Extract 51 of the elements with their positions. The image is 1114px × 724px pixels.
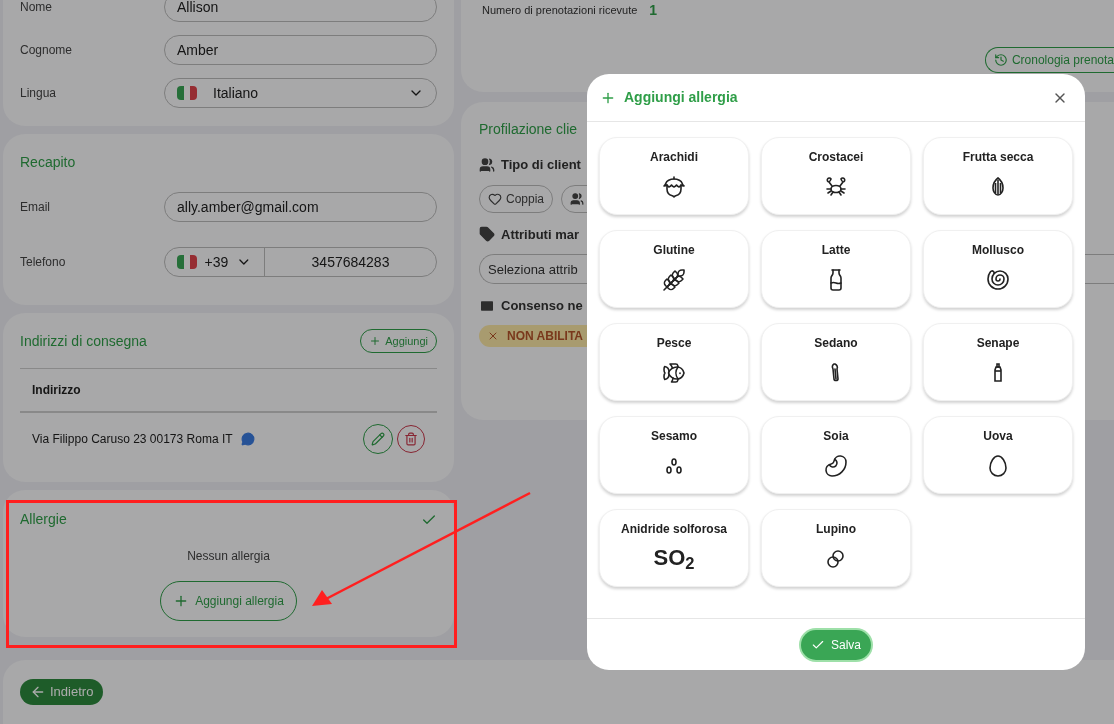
trash-icon bbox=[404, 432, 418, 446]
empty-message: Nessun allergia bbox=[187, 548, 270, 565]
dialog-title: Aggiungi allergia bbox=[624, 88, 739, 107]
allergen-tile[interactable]: Arachidi bbox=[599, 137, 749, 215]
back-button[interactable]: Indietro bbox=[20, 679, 104, 705]
field-label: Attributi mar bbox=[501, 225, 579, 244]
arrow-left-icon bbox=[30, 684, 46, 700]
egg-icon bbox=[986, 454, 1010, 478]
section-title: Profilazione clie bbox=[479, 120, 579, 139]
allergen-tile[interactable]: Pesce bbox=[599, 323, 749, 401]
section-title: Recapito bbox=[20, 153, 77, 172]
italy-flag-icon bbox=[177, 86, 197, 100]
wheat-icon bbox=[662, 268, 686, 292]
history-icon bbox=[993, 53, 1008, 67]
section-title: Indirizzi di consegna bbox=[20, 331, 147, 351]
field-label: Tipo di client bbox=[501, 156, 581, 174]
shell-icon bbox=[986, 268, 1010, 292]
table-cell-text: Via Filippo Caruso 23 00173 Roma IT bbox=[32, 431, 233, 448]
bookings-label: Numero di prenotazioni ricevute bbox=[482, 3, 638, 19]
celery-icon bbox=[831, 363, 841, 382]
allergen-tile[interactable]: Senape bbox=[923, 323, 1073, 401]
field-label: Email bbox=[20, 199, 51, 216]
fish-icon bbox=[662, 361, 686, 385]
allergen-tile[interactable]: Glutine bbox=[599, 230, 749, 308]
users-icon bbox=[479, 156, 495, 173]
allergen-tile[interactable]: Latte bbox=[761, 230, 911, 308]
section-title: Allergie bbox=[20, 510, 67, 529]
sulfur-dioxide-symbol: SO$_{2}$ bbox=[653, 547, 695, 569]
tag-icon bbox=[479, 226, 495, 243]
allergen-tile[interactable]: Mollusco bbox=[923, 230, 1073, 308]
allergen-tile[interactable]: Soia bbox=[761, 416, 911, 494]
allergen-tile[interactable]: Crostacei bbox=[761, 137, 911, 215]
allergen-tile[interactable]: Lupino bbox=[761, 509, 911, 587]
field-label: Telefono bbox=[20, 254, 67, 271]
comment-icon bbox=[240, 432, 255, 446]
allergen-tile[interactable]: Uova bbox=[923, 416, 1073, 494]
crab-icon bbox=[824, 175, 848, 199]
users-icon bbox=[570, 191, 585, 206]
allergen-tile[interactable]: Sesamo bbox=[599, 416, 749, 494]
field-label: Consenso ne bbox=[501, 297, 583, 315]
field-label: Nome bbox=[20, 0, 53, 16]
field-label: Cognome bbox=[20, 42, 74, 59]
allergen-tile[interactable]: Sedano bbox=[761, 323, 911, 401]
field-label: Lingua bbox=[20, 85, 58, 102]
plus-icon bbox=[369, 335, 382, 347]
column-header: Indirizzo bbox=[20, 369, 437, 413]
allergen-tile[interactable]: Frutta secca bbox=[923, 137, 1073, 215]
bookings-count: 1 bbox=[649, 1, 658, 20]
pencil-icon bbox=[371, 432, 385, 446]
heart-icon bbox=[488, 191, 502, 206]
allergen-tile[interactable]: Anidride solforosa SO$_{2}$ bbox=[599, 509, 749, 587]
